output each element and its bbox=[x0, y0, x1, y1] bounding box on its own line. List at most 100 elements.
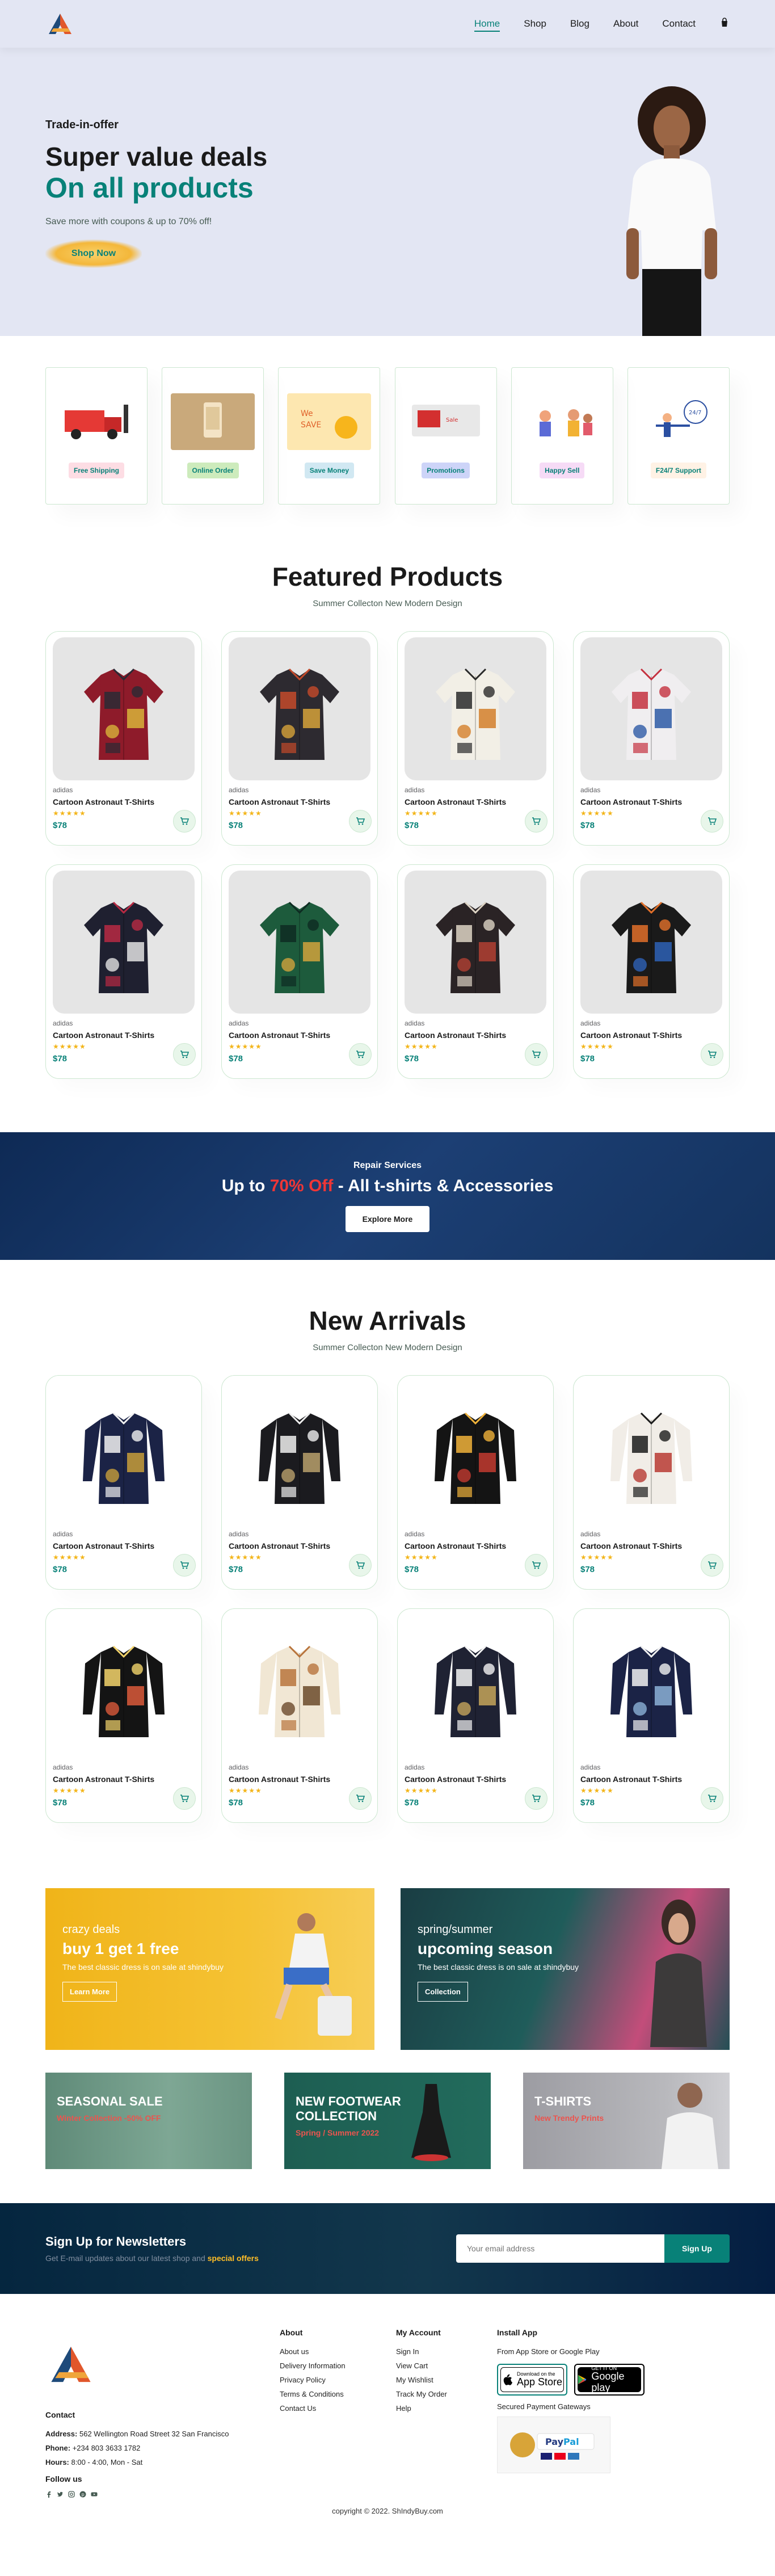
pinterest-icon[interactable]: p bbox=[79, 2490, 86, 2498]
site-logo[interactable] bbox=[45, 12, 75, 35]
install-app-text: From App Store or Google Play bbox=[497, 2347, 600, 2356]
cart-link[interactable] bbox=[719, 17, 730, 31]
footer-link-privacy[interactable]: Privacy Policy bbox=[280, 2376, 396, 2384]
footer-link-wishlist[interactable]: My Wishlist bbox=[396, 2376, 497, 2384]
product-card[interactable]: adidas Cartoon Astronaut T-Shirts ★★★★★ … bbox=[221, 1375, 378, 1590]
product-rating: ★★★★★ bbox=[580, 1043, 614, 1050]
product-image[interactable] bbox=[53, 1615, 195, 1758]
google-play-badge[interactable]: GET IT ON Google play bbox=[574, 2364, 645, 2396]
product-rating: ★★★★★ bbox=[405, 1553, 438, 1561]
feature-promotions: Sale Promotions bbox=[394, 367, 497, 505]
svg-text:Pay: Pay bbox=[545, 2436, 564, 2447]
product-image[interactable] bbox=[580, 871, 722, 1014]
add-to-cart-button[interactable] bbox=[701, 1554, 723, 1577]
collection-button[interactable]: Collection bbox=[418, 1982, 468, 2002]
payment-text: Secured Payment Gateways bbox=[497, 2402, 591, 2411]
nav-blog[interactable]: Blog bbox=[570, 18, 589, 30]
footer-link-view-cart[interactable]: View Cart bbox=[396, 2361, 497, 2370]
product-card[interactable]: adidas Cartoon Astronaut T-Shirts ★★★★★ … bbox=[573, 631, 730, 846]
add-to-cart-button[interactable] bbox=[525, 810, 547, 833]
footer-link-delivery[interactable]: Delivery Information bbox=[280, 2361, 396, 2370]
explore-more-button[interactable]: Explore More bbox=[346, 1205, 429, 1232]
promo-tshirts: T-SHIRTS New Trendy Prints bbox=[523, 2073, 730, 2169]
product-image[interactable] bbox=[229, 1615, 370, 1758]
product-card[interactable]: adidas Cartoon Astronaut T-Shirts ★★★★★ … bbox=[221, 1608, 378, 1823]
product-image[interactable] bbox=[405, 637, 546, 780]
add-to-cart-button[interactable] bbox=[525, 1043, 547, 1066]
product-image[interactable] bbox=[405, 1381, 546, 1524]
footer-link-about-us[interactable]: About us bbox=[280, 2347, 396, 2356]
featured-subtitle: Summer Collecton New Modern Design bbox=[313, 599, 462, 608]
footer-link-terms[interactable]: Terms & Conditions bbox=[280, 2390, 396, 2398]
add-to-cart-button[interactable] bbox=[701, 1787, 723, 1810]
shop-now-button[interactable]: Shop Now bbox=[45, 239, 142, 268]
product-card[interactable]: adidas Cartoon Astronaut T-Shirts ★★★★★ … bbox=[397, 631, 554, 846]
footer-link-contact[interactable]: Contact Us bbox=[280, 2404, 396, 2413]
product-image[interactable] bbox=[53, 871, 195, 1014]
add-to-cart-button[interactable] bbox=[173, 810, 196, 833]
product-card[interactable]: adidas Cartoon Astronaut T-Shirts ★★★★★ … bbox=[45, 631, 202, 846]
product-image[interactable] bbox=[580, 1381, 722, 1524]
google-play-icon bbox=[578, 2375, 587, 2385]
add-to-cart-button[interactable] bbox=[349, 1043, 372, 1066]
facebook-icon[interactable] bbox=[45, 2490, 52, 2498]
product-image[interactable] bbox=[53, 637, 195, 780]
product-image[interactable] bbox=[229, 637, 370, 780]
product-card[interactable]: adidas Cartoon Astronaut T-Shirts ★★★★★ … bbox=[221, 631, 378, 846]
newsletter-text: Sign Up for Newsletters Get E-mail updat… bbox=[45, 2234, 259, 2263]
product-image[interactable] bbox=[580, 637, 722, 780]
footer-logo[interactable] bbox=[45, 2344, 280, 2388]
product-card[interactable]: adidas Cartoon Astronaut T-Shirts ★★★★★ … bbox=[45, 864, 202, 1079]
product-card[interactable]: adidas Cartoon Astronaut T-Shirts ★★★★★ … bbox=[45, 1608, 202, 1823]
add-to-cart-button[interactable] bbox=[701, 1043, 723, 1066]
add-to-cart-button[interactable] bbox=[701, 810, 723, 833]
add-to-cart-button[interactable] bbox=[173, 1787, 196, 1810]
product-image[interactable] bbox=[53, 1381, 195, 1524]
product-card[interactable]: adidas Cartoon Astronaut T-Shirts ★★★★★ … bbox=[397, 864, 554, 1079]
footer-link-track-order[interactable]: Track My Order bbox=[396, 2390, 497, 2398]
nav-shop[interactable]: Shop bbox=[524, 18, 546, 30]
footer-link-sign-in[interactable]: Sign In bbox=[396, 2347, 497, 2356]
youtube-icon[interactable] bbox=[91, 2490, 98, 2497]
product-card[interactable]: adidas Cartoon Astronaut T-Shirts ★★★★★ … bbox=[397, 1608, 554, 1823]
hours: Hours: 8:00 - 4:00, Mon - Sat bbox=[45, 2458, 143, 2466]
sign-up-button[interactable]: Sign Up bbox=[664, 2234, 730, 2263]
add-to-cart-button[interactable] bbox=[173, 1043, 196, 1066]
product-card[interactable]: adidas Cartoon Astronaut T-Shirts ★★★★★ … bbox=[573, 1608, 730, 1823]
product-name: Cartoon Astronaut T-Shirts bbox=[229, 1031, 331, 1040]
product-name: Cartoon Astronaut T-Shirts bbox=[229, 1775, 331, 1784]
add-to-cart-button[interactable] bbox=[525, 1554, 547, 1577]
product-image[interactable] bbox=[405, 1615, 546, 1758]
footer-link-help[interactable]: Help bbox=[396, 2404, 497, 2413]
email-input[interactable] bbox=[456, 2234, 664, 2263]
product-brand: adidas bbox=[53, 1019, 73, 1027]
product-image[interactable] bbox=[229, 1381, 370, 1524]
product-card[interactable]: adidas Cartoon Astronaut T-Shirts ★★★★★ … bbox=[45, 1375, 202, 1590]
product-image[interactable] bbox=[229, 871, 370, 1014]
product-image[interactable] bbox=[405, 871, 546, 1014]
app-store-badge[interactable]: Download on the App Store bbox=[497, 2364, 567, 2396]
product-image[interactable] bbox=[580, 1615, 722, 1758]
product-card[interactable]: adidas Cartoon Astronaut T-Shirts ★★★★★ … bbox=[397, 1375, 554, 1590]
product-card[interactable]: adidas Cartoon Astronaut T-Shirts ★★★★★ … bbox=[221, 864, 378, 1079]
product-brand: adidas bbox=[53, 1763, 73, 1771]
cart-icon bbox=[356, 1795, 365, 1802]
product-card[interactable]: adidas Cartoon Astronaut T-Shirts ★★★★★ … bbox=[573, 1375, 730, 1590]
product-card[interactable]: adidas Cartoon Astronaut T-Shirts ★★★★★ … bbox=[573, 864, 730, 1079]
nav-home[interactable]: Home bbox=[474, 18, 500, 32]
cart-icon bbox=[708, 1050, 717, 1058]
feature-label: Online Order bbox=[187, 463, 239, 478]
add-to-cart-button[interactable] bbox=[173, 1554, 196, 1577]
add-to-cart-button[interactable] bbox=[349, 1787, 372, 1810]
nav-contact[interactable]: Contact bbox=[662, 18, 696, 30]
add-to-cart-button[interactable] bbox=[525, 1787, 547, 1810]
learn-more-button[interactable]: Learn More bbox=[62, 1982, 117, 2002]
add-to-cart-button[interactable] bbox=[349, 810, 372, 833]
product-brand: adidas bbox=[229, 1019, 249, 1027]
add-to-cart-button[interactable] bbox=[349, 1554, 372, 1577]
twitter-icon[interactable] bbox=[57, 2490, 64, 2497]
social-links: p bbox=[45, 2490, 280, 2498]
nav-about[interactable]: About bbox=[613, 18, 638, 30]
site-footer: Contact Address: 562 Wellington Road Str… bbox=[0, 2294, 775, 2521]
instagram-icon[interactable] bbox=[68, 2490, 75, 2498]
